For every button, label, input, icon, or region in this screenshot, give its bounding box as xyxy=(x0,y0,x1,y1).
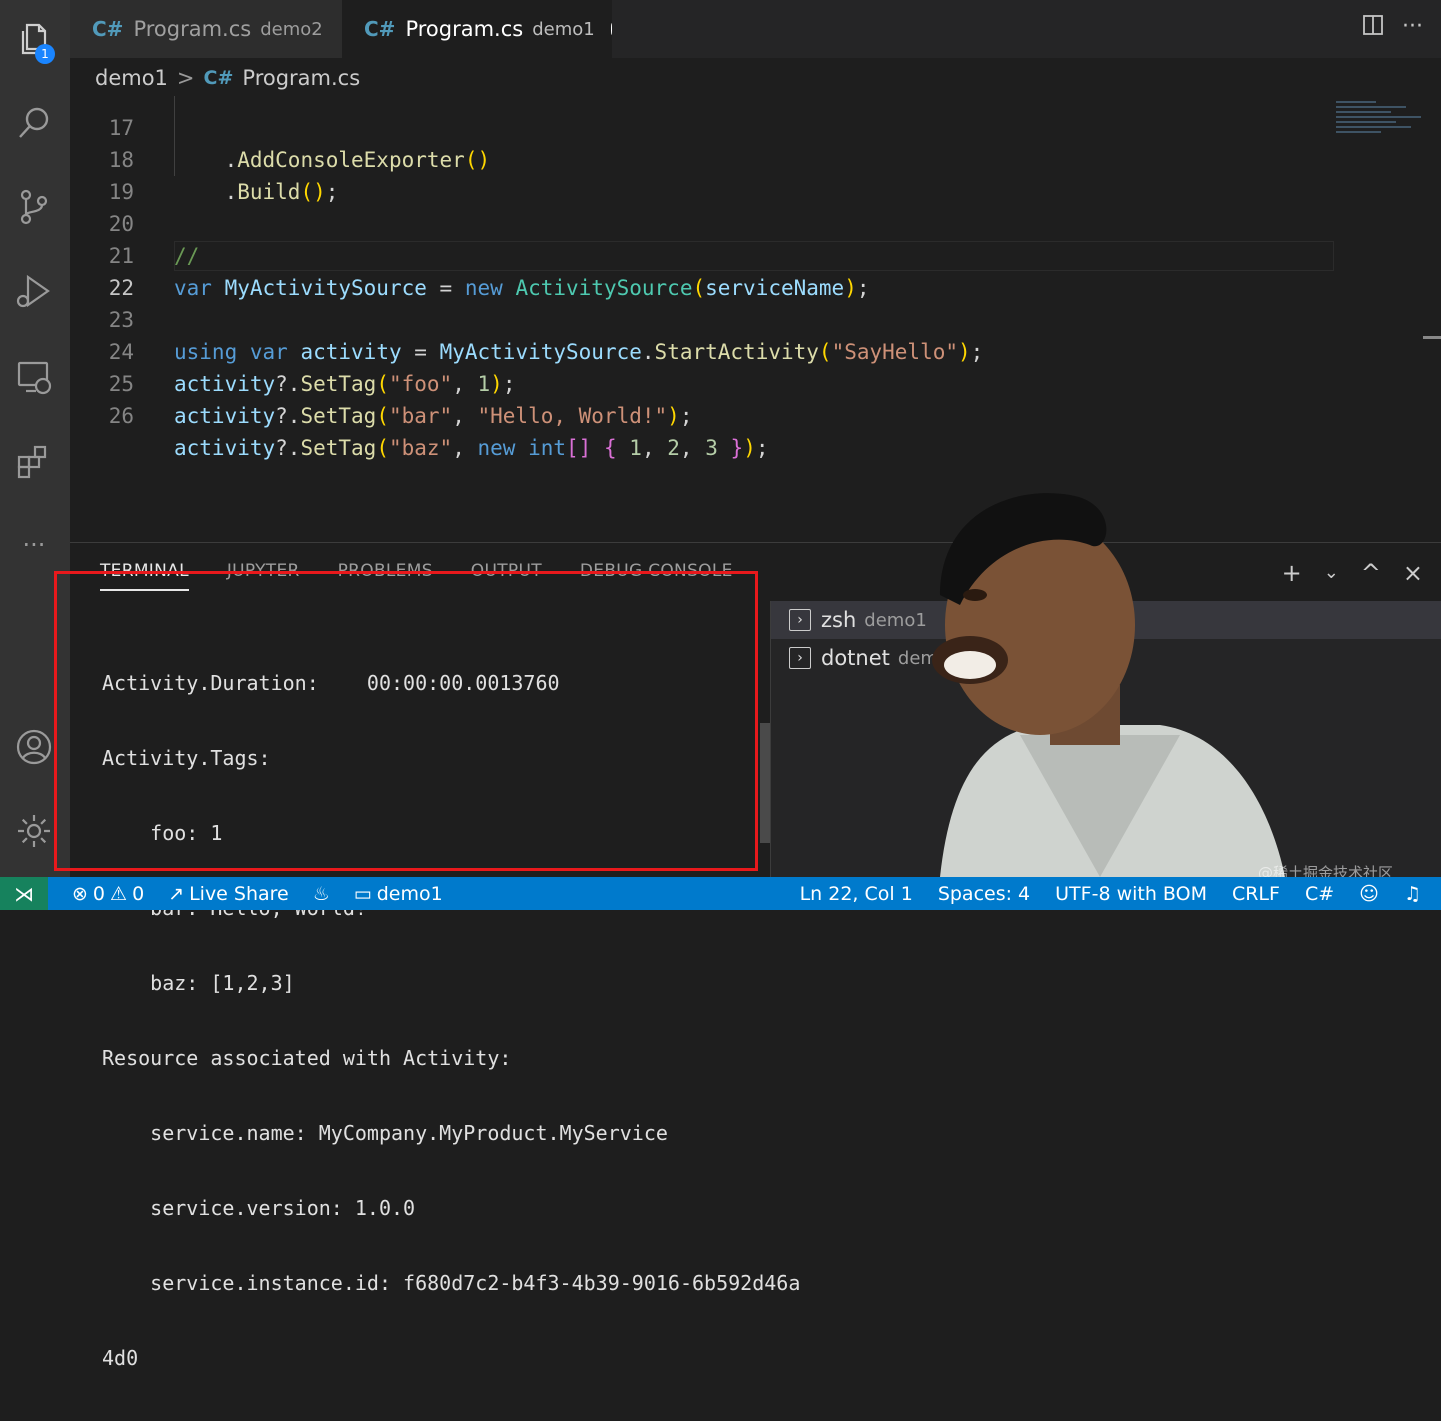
more-icon[interactable]: ··· xyxy=(11,522,57,568)
tab-terminal[interactable]: TERMINAL xyxy=(100,561,189,591)
terminal-name: zsh xyxy=(821,608,857,632)
scrollbar-position-marker[interactable] xyxy=(1423,336,1441,339)
tab-label: Program.cs xyxy=(133,17,252,41)
code-line: 20 // xyxy=(70,176,1340,268)
terminal-line: service.version: 1.0.0 xyxy=(102,1196,416,1220)
panel-actions: + ⌄ ^ × xyxy=(1282,561,1423,585)
close-panel-button[interactable]: × xyxy=(1403,561,1423,585)
indentation[interactable]: Spaces: 4 xyxy=(938,883,1030,905)
flame-icon[interactable]: ♨ xyxy=(313,883,330,905)
panel-tabs: TERMINAL JUPYTER PROBLEMS OUTPUT DEBUG C… xyxy=(100,561,733,591)
csharp-file-icon: C# xyxy=(92,17,124,41)
terminal-line: Resource associated with Activity: xyxy=(102,1046,512,1070)
terminal-line: foo: 1 xyxy=(102,821,223,845)
folder-icon: ▭ xyxy=(353,882,372,905)
encoding[interactable]: UTF-8 with BOM xyxy=(1055,883,1207,905)
source-control-icon[interactable] xyxy=(11,184,57,230)
breadcrumb-file[interactable]: Program.cs xyxy=(242,66,360,90)
code-text: activity?.SetTag("bar", "Hello, World!")… xyxy=(174,404,693,428)
explorer-badge: 1 xyxy=(35,44,55,64)
tab-description: demo2 xyxy=(260,18,323,40)
remote-explorer-icon[interactable] xyxy=(11,354,57,400)
error-icon: ⊗ xyxy=(72,882,88,905)
manage-gear-icon[interactable] xyxy=(11,808,57,854)
problems-indicator[interactable]: ⊗ 0 ⚠ 0 xyxy=(72,883,144,905)
tab-program-cs-demo2[interactable]: C# Program.cs demo2 xyxy=(70,0,342,58)
terminal-name: dotnet xyxy=(821,646,890,670)
more-actions-icon[interactable]: ··· xyxy=(1402,14,1423,42)
code-line: 23 using var activity = MyActivitySource… xyxy=(70,272,1340,364)
search-icon[interactable] xyxy=(11,100,57,146)
terminal-line: Activity.Duration: 00:00:00.0013760 xyxy=(102,671,560,695)
error-count: 0 xyxy=(92,882,106,905)
code-text: activity?.SetTag("baz", new int[] { 1, 2… xyxy=(174,436,769,460)
tab-problems[interactable]: PROBLEMS xyxy=(338,561,433,591)
status-bar: ⋊ ⊗ 0 ⚠ 0 ↗ Live Share ♨ ▭ demo1 Ln 22, … xyxy=(0,877,1441,910)
terminal-output[interactable]: Activity.Duration: 00:00:00.0013760 Acti… xyxy=(102,621,800,1421)
code-line: 26 activity?.SetTag("baz", new int[] { 1… xyxy=(70,368,1340,460)
breadcrumb-folder[interactable]: demo1 xyxy=(95,66,168,90)
live-share-label: Live Share xyxy=(189,882,289,905)
live-share-button[interactable]: ↗ Live Share xyxy=(168,883,289,905)
remote-indicator-icon[interactable]: ⋊ xyxy=(0,877,48,910)
terminal-icon: › xyxy=(789,647,811,669)
folder-label: demo1 xyxy=(376,882,443,905)
feedback-icon[interactable]: ☺ xyxy=(1359,883,1379,905)
maximize-panel-button[interactable]: ^ xyxy=(1361,561,1381,585)
presenter-webcam-overlay xyxy=(932,493,1285,877)
tab-program-cs-demo1[interactable]: C# Program.cs demo1 xyxy=(342,0,612,58)
unsaved-dot-icon[interactable] xyxy=(610,23,612,35)
csharp-file-icon: C# xyxy=(203,67,234,89)
tab-description: demo1 xyxy=(532,18,595,40)
tab-jupyter[interactable]: JUPYTER xyxy=(227,561,300,591)
chevron-down-icon[interactable]: ⌄ xyxy=(1324,561,1339,585)
csharp-file-icon: C# xyxy=(364,17,396,41)
code-line: 21 var MyActivitySource = new ActivitySo… xyxy=(70,208,1340,300)
code-line: 17 .AddConsoleExporter() xyxy=(70,96,1340,172)
extensions-icon[interactable] xyxy=(11,438,57,484)
run-debug-icon[interactable] xyxy=(11,268,57,314)
notifications-bell-icon[interactable]: ♫ xyxy=(1404,883,1421,905)
breadcrumb: demo1 > C# Program.cs xyxy=(70,58,1441,98)
terminal-line: service.instance.id: f680d7c2-b4f3-4b39-… xyxy=(102,1271,801,1295)
terminal-icon: › xyxy=(789,609,811,631)
code-line: 19 xyxy=(70,144,1340,204)
terminal-scrollbar[interactable] xyxy=(760,723,770,843)
language-mode[interactable]: C# xyxy=(1305,883,1334,905)
line-number: 26 xyxy=(108,404,134,428)
code-editor[interactable]: 17 .AddConsoleExporter() 18 .Build(); 19… xyxy=(70,96,1441,542)
terminal-line: 4d0 xyxy=(102,1346,139,1370)
code-line: 22 xyxy=(70,240,1340,300)
breadcrumb-separator: > xyxy=(176,66,195,90)
terminal-line: service.name: MyCompany.MyProduct.MyServ… xyxy=(102,1121,668,1145)
tab-debug-console[interactable]: DEBUG CONSOLE xyxy=(580,561,733,591)
editor-tab-bar: C# Program.cs demo2 C# Program.cs demo1 … xyxy=(70,0,1441,58)
warning-count: 0 xyxy=(132,882,145,905)
tab-output[interactable]: OUTPUT xyxy=(471,561,542,591)
folder-indicator[interactable]: ▭ demo1 xyxy=(354,883,443,905)
activity-bar: 1 ··· xyxy=(0,0,70,877)
code-line: 25 activity?.SetTag("bar", "Hello, World… xyxy=(70,336,1340,428)
split-editor-icon[interactable] xyxy=(1362,14,1384,42)
tab-label: Program.cs xyxy=(405,17,524,41)
account-icon[interactable] xyxy=(11,724,57,770)
warning-icon: ⚠ xyxy=(110,882,128,905)
terminal-line: Activity.Tags: xyxy=(102,746,271,770)
code-line: 24 activity?.SetTag("foo", 1); xyxy=(70,304,1340,396)
cursor-position[interactable]: Ln 22, Col 1 xyxy=(800,883,913,905)
code-line: 18 .Build(); xyxy=(70,112,1340,204)
minimap[interactable] xyxy=(1336,98,1426,148)
terminal-line: baz: [1,2,3] xyxy=(102,971,295,995)
line-ending[interactable]: CRLF xyxy=(1232,883,1280,905)
live-share-icon: ↗ xyxy=(168,882,185,905)
